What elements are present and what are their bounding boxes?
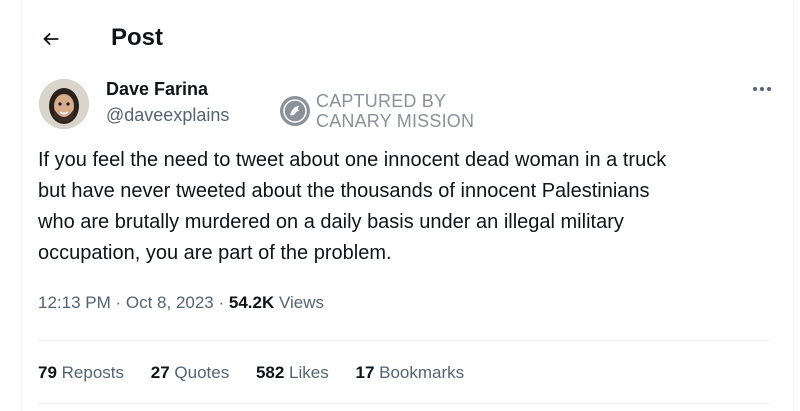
tweet-line: If you feel the need to tweet about one … [38,149,667,171]
views-count: 54.2K [228,293,275,312]
reposts-count: 79 [38,363,57,382]
avatar[interactable] [39,79,89,129]
likes-count: 582 [255,363,285,382]
page-title: Post [111,24,164,51]
views-label: Views [274,293,325,312]
more-horizontal-icon [753,87,771,91]
tweet-text: If you feel the need to tweet about one … [38,145,778,269]
meta-separator: · [110,293,126,312]
arrow-left-icon [43,32,59,46]
engagement-stats: 79 Reposts 27 Quotes 582 Likes 17 Bookma… [38,361,486,385]
quotes-count: 27 [150,363,170,382]
tweet-line: but have never tweeted about the thousan… [38,180,650,202]
canary-mission-watermark: CAPTURED BY CANARY MISSION [278,90,498,134]
avatar-image [39,79,89,129]
likes-stat[interactable]: 582 Likes [256,361,329,385]
bookmarks-stat[interactable]: 17 Bookmarks [355,361,464,385]
divider [38,340,773,341]
meta-separator: · [213,293,229,312]
watermark-line-1: CAPTURED BY [316,91,447,111]
tweet-time[interactable]: 12:13 PM [38,293,111,312]
bookmarks-label: Bookmarks [374,363,465,382]
tweet-line: who are brutally murdered on a daily bas… [38,211,624,233]
more-options-button[interactable] [746,78,778,100]
canary-seal-icon [280,96,310,126]
author-handle[interactable]: @daveexplains [106,104,229,126]
tweet-meta: 12:13 PM · Oct 8, 2023 · 54.2K Views [38,291,324,315]
quotes-stat[interactable]: 27 Quotes [151,361,229,385]
author-name[interactable]: Dave Farina [106,78,208,100]
reposts-label: Reposts [56,363,125,382]
watermark-line-2: CANARY MISSION [316,111,475,131]
tweet-line: occupation, you are part of the problem. [38,242,392,264]
likes-label: Likes [284,363,329,382]
divider [38,403,773,404]
bookmarks-count: 17 [355,363,375,382]
quotes-label: Quotes [169,363,230,382]
tweet-date[interactable]: Oct 8, 2023 [126,293,214,312]
back-button[interactable] [34,22,68,56]
reposts-stat[interactable]: 79 Reposts [38,361,124,385]
post-header: Post [0,0,800,76]
